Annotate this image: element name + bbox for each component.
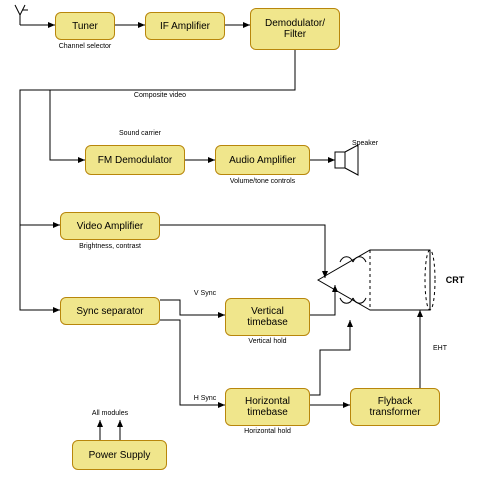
composite-label: Composite video [100,92,220,99]
sync-sep-block: Sync separator [60,297,160,325]
vertical-hold-label: Vertical hold [225,338,310,345]
vsync-label: V Sync [185,290,225,297]
crt-icon [318,250,435,310]
flyback-block: Flyback transformer [350,388,440,426]
hsync-label: H Sync [185,395,225,402]
vertical-tb-block: Vertical timebase [225,298,310,336]
brightness-label: Brightness, contrast [60,243,160,250]
antenna-icon [15,5,30,25]
speaker-icon [335,145,358,175]
all-modules-label: All modules [80,410,140,417]
audio-amp-block: Audio Amplifier [215,145,310,175]
channel-selector-label: Channel selector [55,43,115,50]
crt-label: CRT [440,275,470,285]
eht-label: EHT [425,345,455,352]
horizontal-tb-block: Horizontal timebase [225,388,310,426]
volume-tone-label: Volume/tone controls [215,178,310,185]
horizontal-hold-label: Horizontal hold [225,428,310,435]
fm-demod-block: FM Demodulator [85,145,185,175]
speaker-label: Speaker [345,140,385,147]
demod-block: Demodulator/ Filter [250,8,340,50]
tuner-block: Tuner [55,12,115,40]
psu-block: Power Supply [72,440,167,470]
if-amp-block: IF Amplifier [145,12,225,40]
sound-carrier-label: Sound carrier [100,130,180,137]
video-amp-block: Video Amplifier [60,212,160,240]
